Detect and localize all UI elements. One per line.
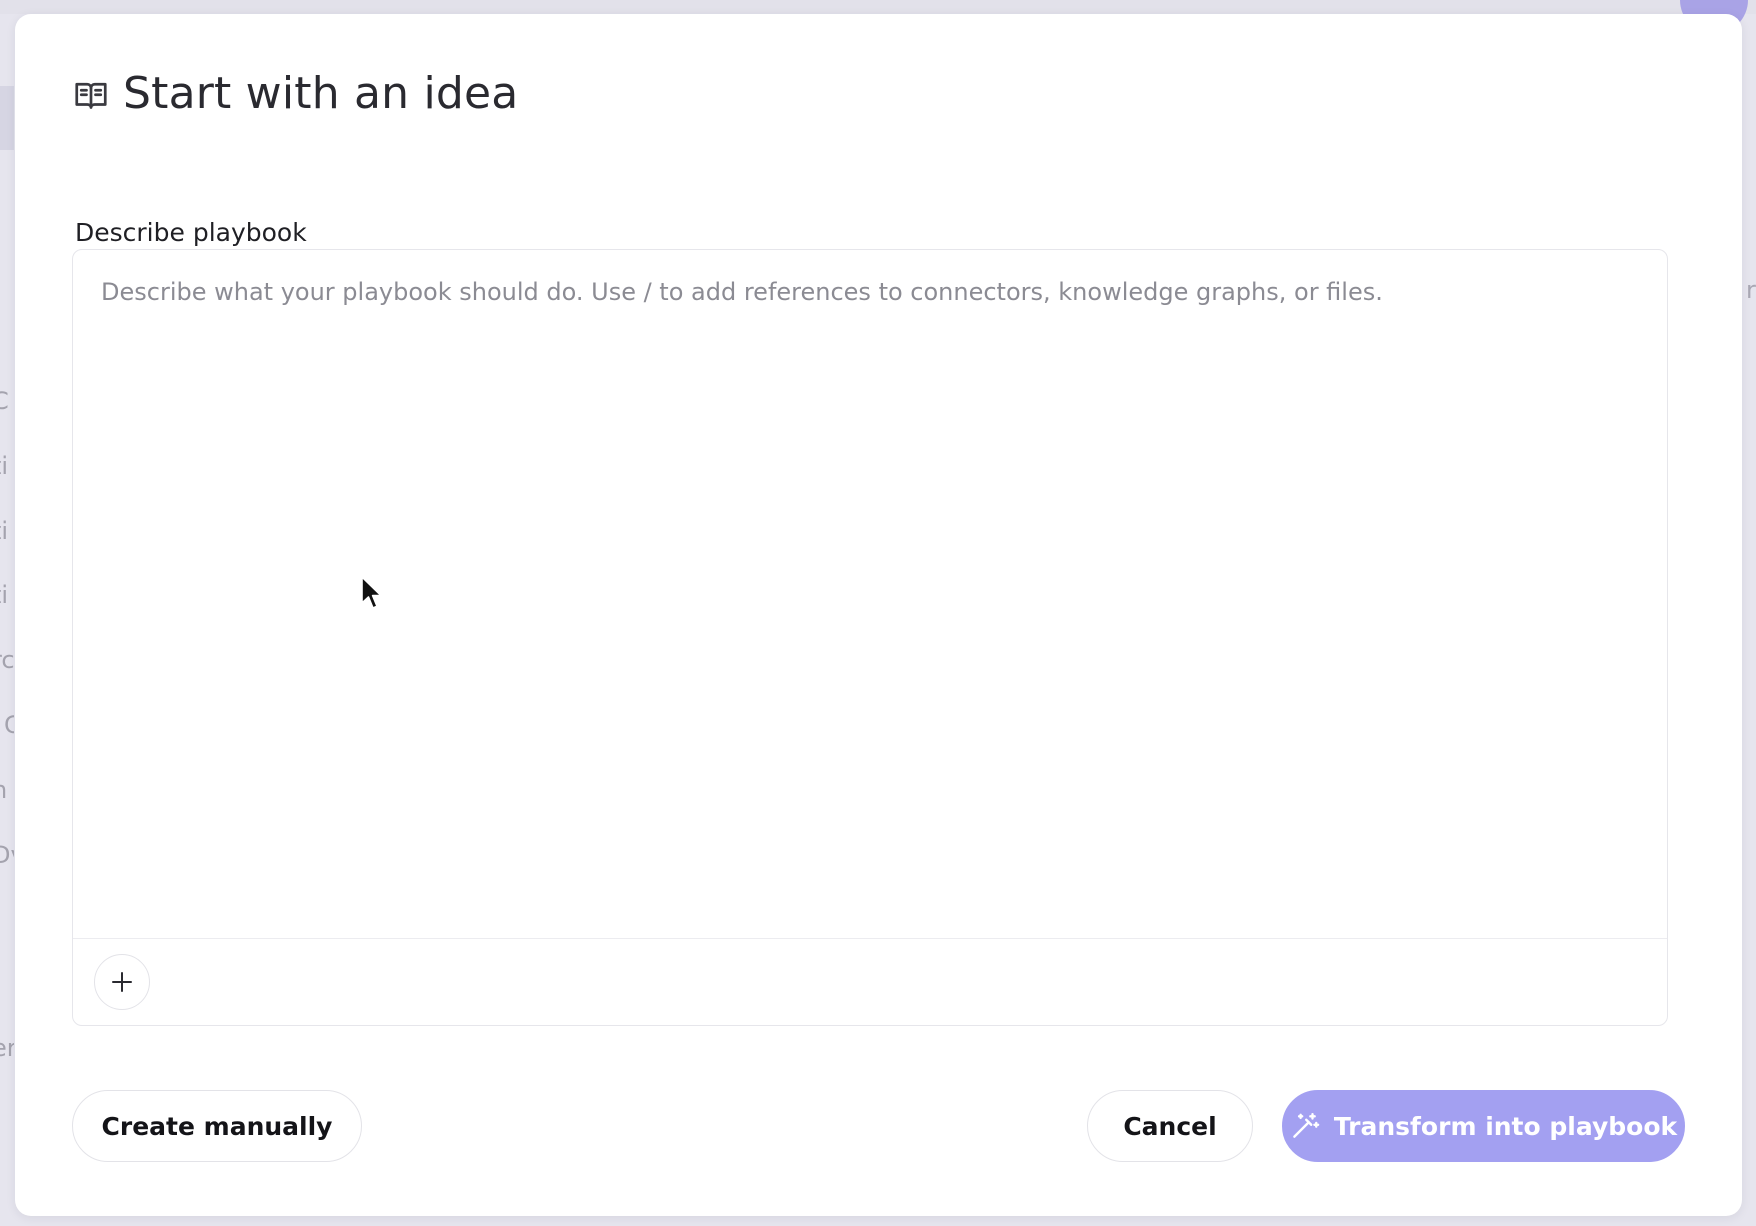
describe-playbook-label: Describe playbook — [75, 218, 307, 247]
start-with-idea-dialog: Start with an idea Describe playbook Cre… — [15, 14, 1742, 1216]
background-top-bar — [0, 0, 1756, 14]
transform-into-playbook-button[interactable]: Transform into playbook — [1282, 1090, 1685, 1162]
transform-label: Transform into playbook — [1333, 1111, 1678, 1141]
cancel-label: Cancel — [1123, 1111, 1217, 1141]
background-sidebar-item: ti — [0, 452, 9, 480]
background-sidebar-active-item — [0, 86, 14, 150]
add-reference-button[interactable] — [94, 954, 150, 1010]
playbook-description-input[interactable] — [73, 250, 1667, 926]
background-sidebar-item: rc — [0, 646, 14, 674]
background-sidebar-item: C — [0, 387, 9, 415]
dialog-title: Start with an idea — [123, 68, 519, 119]
background-right-text: re — [1746, 276, 1756, 304]
playbook-description-editor — [72, 249, 1668, 1026]
create-manually-button[interactable]: Create manually — [72, 1090, 362, 1162]
plus-icon — [112, 972, 132, 992]
cancel-button[interactable]: Cancel — [1087, 1090, 1253, 1162]
mouse-cursor-icon — [361, 576, 382, 609]
background-sidebar-item: er — [0, 1034, 14, 1062]
background-sidebar-item: n — [0, 775, 14, 805]
dialog-header: Start with an idea — [73, 72, 518, 116]
background-sidebar-item: C — [4, 711, 14, 739]
book-open-icon — [75, 82, 107, 109]
magic-wand-icon — [1293, 1112, 1320, 1138]
create-manually-label: Create manually — [101, 1111, 333, 1141]
background-sidebar-item: ti — [0, 517, 9, 545]
background-sidebar-item: ti — [0, 581, 9, 609]
editor-toolbar — [73, 938, 1667, 1025]
background-sidebar-item: Dv — [0, 841, 14, 869]
